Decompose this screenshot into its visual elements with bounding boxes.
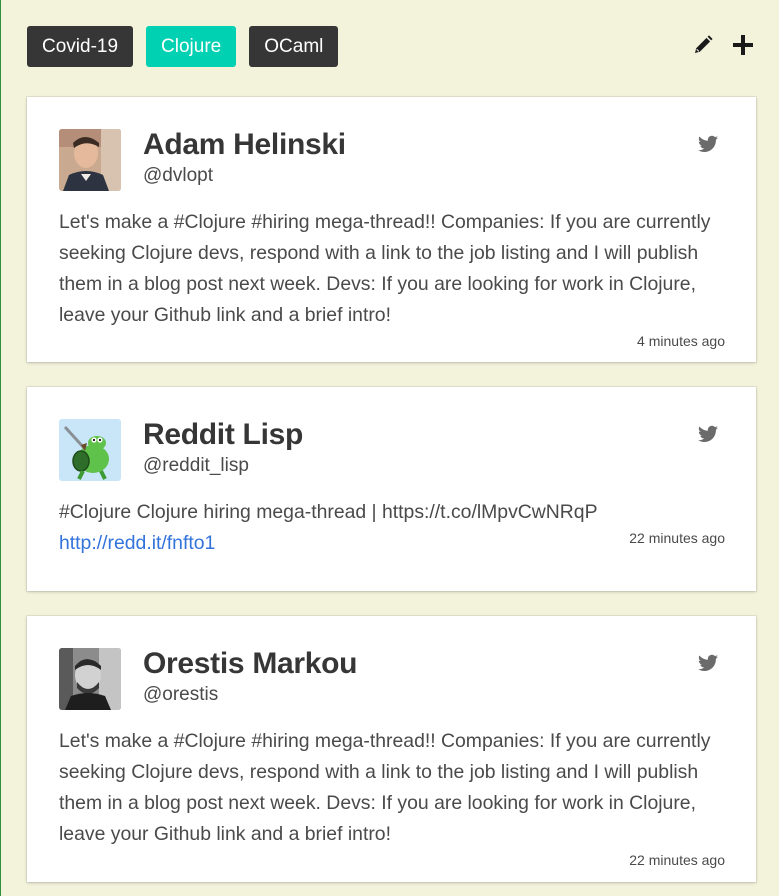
edit-button[interactable]: [691, 33, 715, 57]
tweet-timestamp[interactable]: 22 minutes ago: [629, 852, 725, 868]
tab-ocaml[interactable]: OCaml: [249, 26, 339, 67]
author-handle[interactable]: @reddit_lisp: [143, 455, 249, 477]
tweet-timestamp[interactable]: 4 minutes ago: [637, 333, 725, 349]
author-handle[interactable]: @dvlopt: [143, 165, 213, 187]
tweet-timestamp[interactable]: 22 minutes ago: [629, 530, 725, 546]
tweet-text: #Clojure Clojure hiring mega-thread | ht…: [59, 501, 598, 523]
topic-tabs: Covid-19 Clojure OCaml: [27, 26, 755, 67]
tweet-link[interactable]: http://redd.it/fnfto1: [59, 532, 215, 554]
add-button[interactable]: [731, 33, 755, 57]
pencil-icon: [695, 35, 713, 53]
author-name[interactable]: Reddit Lisp: [143, 418, 303, 452]
tweet-text-block: #Clojure Clojure hiring mega-thread | ht…: [59, 497, 729, 559]
twitter-icon[interactable]: [698, 425, 718, 443]
tab-clojure[interactable]: Clojure: [146, 26, 237, 67]
tweet-card: Adam Helinski @dvlopt Let's make a #Cloj…: [27, 97, 756, 362]
tweet-card: Reddit Lisp @reddit_lisp #Clojure Clojur…: [27, 387, 756, 591]
tab-covid-19[interactable]: Covid-19: [27, 26, 134, 67]
avatar[interactable]: [59, 129, 121, 191]
tweet-card: Orestis Markou @orestis Let's make a #Cl…: [27, 616, 756, 882]
avatar[interactable]: [59, 648, 121, 710]
author-name[interactable]: Orestis Markou: [143, 647, 358, 681]
tweet-text: Let's make a #Clojure #hiring mega-threa…: [59, 730, 711, 845]
avatar[interactable]: [59, 419, 121, 481]
author-handle[interactable]: @orestis: [143, 684, 218, 706]
twitter-icon[interactable]: [698, 135, 718, 153]
author-name[interactable]: Adam Helinski: [143, 128, 346, 162]
plus-icon: [733, 35, 753, 55]
twitter-icon[interactable]: [698, 654, 718, 672]
tweet-text: Let's make a #Clojure #hiring mega-threa…: [59, 211, 711, 326]
topic-bar: Covid-19 Clojure OCaml: [27, 26, 755, 67]
toolbar: [691, 33, 755, 57]
